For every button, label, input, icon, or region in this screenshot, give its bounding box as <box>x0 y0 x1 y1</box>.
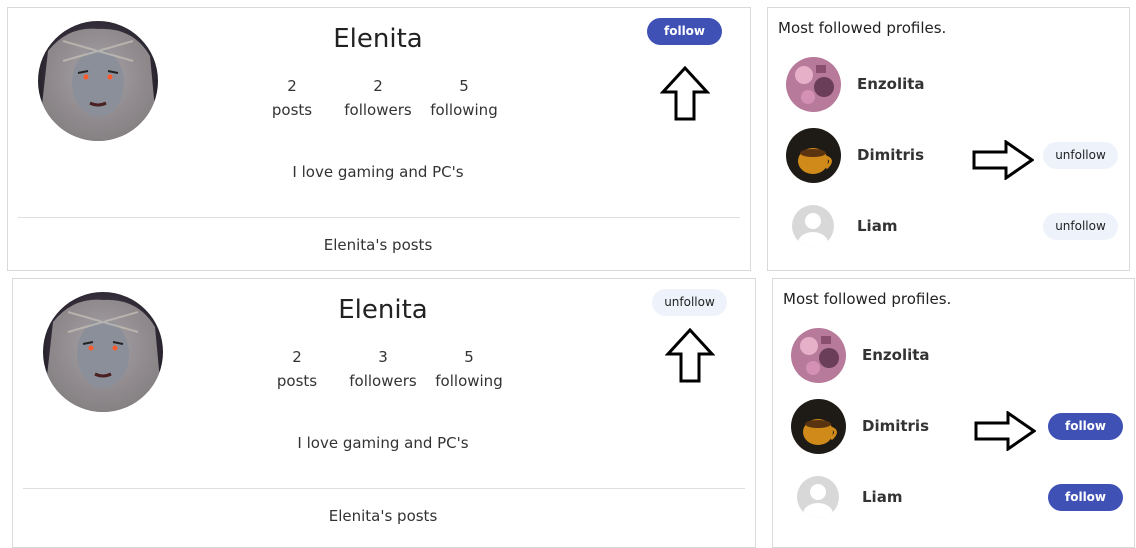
profile-name-dimitris[interactable]: Dimitris <box>857 146 924 164</box>
unfollow-button-dimitris[interactable]: unfollow <box>1043 142 1118 169</box>
avatar-enzolita[interactable] <box>791 328 846 383</box>
posts-heading: Elenita's posts <box>323 236 433 254</box>
unfollow-button-liam[interactable]: unfollow <box>1043 213 1118 240</box>
divider <box>23 488 745 489</box>
avatar-liam[interactable] <box>797 476 839 518</box>
follow-button[interactable]: follow <box>647 18 722 45</box>
stat-followers-value: 2 <box>373 77 383 95</box>
stat-following-label: following <box>430 101 498 119</box>
profile-name: Elenita <box>338 295 428 325</box>
stat-followers-label: followers <box>344 101 412 119</box>
stat-following-value: 5 <box>459 77 469 95</box>
right-arrow-outline-icon <box>972 140 1034 180</box>
profile-name-liam[interactable]: Liam <box>857 217 897 235</box>
divider <box>18 217 740 218</box>
profile-bio: I love gaming and PC's <box>292 163 464 181</box>
profile-name-liam[interactable]: Liam <box>862 488 902 506</box>
up-arrow-outline-icon <box>660 66 710 121</box>
avatar-liam[interactable] <box>792 205 834 247</box>
unfollow-button[interactable]: unfollow <box>652 289 727 316</box>
up-arrow-outline-icon <box>665 328 715 383</box>
avatar-dimitris[interactable] <box>786 128 841 183</box>
stat-followers[interactable]: 3 followers <box>338 345 428 393</box>
profile-bio: I love gaming and PC's <box>297 434 469 452</box>
posts-heading: Elenita's posts <box>328 507 438 525</box>
stat-posts-value: 2 <box>287 77 297 95</box>
stat-followers-value: 3 <box>378 348 388 366</box>
profile-avatar <box>38 21 158 141</box>
follow-button-liam[interactable]: follow <box>1048 484 1123 511</box>
right-arrow-outline-icon <box>974 411 1036 451</box>
follow-button-dimitris[interactable]: follow <box>1048 413 1123 440</box>
stat-followers-label: followers <box>349 372 417 390</box>
sidebar-title: Most followed profiles. <box>783 290 952 308</box>
avatar-dimitris[interactable] <box>791 399 846 454</box>
stat-following-value: 5 <box>464 348 474 366</box>
stat-following[interactable]: 5 following <box>424 345 514 393</box>
stat-posts-value: 2 <box>292 348 302 366</box>
stat-posts-label: posts <box>271 101 313 119</box>
stat-posts: 2 posts <box>247 74 337 122</box>
stat-following-label: following <box>435 372 503 390</box>
profile-name: Elenita <box>333 24 423 54</box>
stat-followers[interactable]: 2 followers <box>333 74 423 122</box>
stat-posts: 2 posts <box>252 345 342 393</box>
profile-name-enzolita[interactable]: Enzolita <box>862 346 930 364</box>
stat-following[interactable]: 5 following <box>419 74 509 122</box>
profile-avatar <box>43 292 163 412</box>
profile-name-dimitris[interactable]: Dimitris <box>862 417 929 435</box>
sidebar-title: Most followed profiles. <box>778 19 947 37</box>
profile-name-enzolita[interactable]: Enzolita <box>857 75 925 93</box>
stat-posts-label: posts <box>276 372 318 390</box>
avatar-enzolita[interactable] <box>786 57 841 112</box>
